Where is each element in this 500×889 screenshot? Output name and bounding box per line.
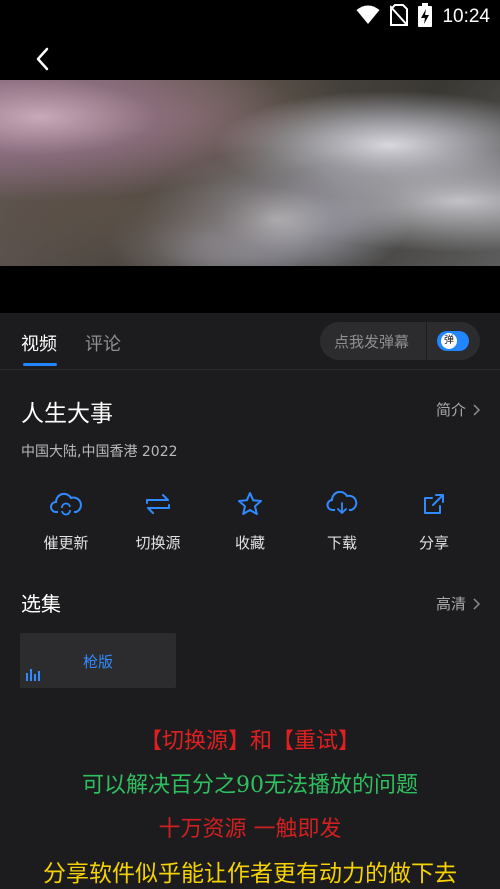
urge-update-label: 催更新 xyxy=(43,534,89,552)
promo-line-3: 十万资源 一触即发 xyxy=(158,817,342,842)
episode-label: 枪版 xyxy=(82,653,113,671)
promo-line-1: 【切换源】和【重试】 xyxy=(139,729,360,754)
tab-indicator xyxy=(23,363,57,366)
no-sim-icon xyxy=(389,4,410,30)
star-icon xyxy=(237,488,263,520)
danmu-bar: 点我发弹幕 弹 xyxy=(320,322,480,360)
cloud-download-icon xyxy=(326,488,358,520)
danmu-toggle[interactable]: 弹 xyxy=(437,331,469,351)
quality-label: 高清 xyxy=(435,595,466,613)
intro-label: 简介 xyxy=(435,401,466,419)
tab-video[interactable]: 视频 xyxy=(21,330,57,356)
playing-indicator-icon xyxy=(26,669,40,681)
video-letterbox xyxy=(0,266,500,313)
wifi-icon xyxy=(356,5,380,29)
status-icons: 10:24 xyxy=(356,3,490,31)
back-button[interactable] xyxy=(28,44,58,74)
status-bar: 10:24 xyxy=(0,0,500,34)
download-button[interactable]: 下载 xyxy=(296,488,388,553)
urge-update-button[interactable]: 催更新 xyxy=(20,488,112,553)
movie-meta: 中国大陆,中国香港 2022 xyxy=(21,444,178,460)
danmu-divider xyxy=(426,322,427,360)
cloud-refresh-icon xyxy=(50,488,82,520)
tab-comments[interactable]: 评论 xyxy=(85,330,121,356)
action-bar: 催更新 切换源 收藏 下载 分享 xyxy=(0,488,500,563)
battery-charging-icon xyxy=(418,3,433,31)
switch-source-button[interactable]: 切换源 xyxy=(112,488,204,553)
chevron-left-icon xyxy=(36,47,49,71)
share-icon xyxy=(422,488,446,520)
content-panel: 视频 评论 点我发弹幕 弹 人生大事 简介 中国大陆,中国香港 2022 催更新… xyxy=(0,313,500,889)
favorite-button[interactable]: 收藏 xyxy=(204,488,296,553)
quality-selector[interactable]: 高清 xyxy=(436,593,480,614)
danmu-toggle-knob: 弹 xyxy=(441,333,457,349)
switch-source-label: 切换源 xyxy=(135,534,181,552)
episode-item[interactable]: 枪版 xyxy=(20,633,176,688)
top-bar xyxy=(0,34,500,80)
chevron-right-icon xyxy=(473,403,480,416)
movie-title: 人生大事 xyxy=(21,401,113,427)
promo-line-2: 可以解决百分之90无法播放的问题 xyxy=(82,773,418,798)
promo-line-4: 分享软件似乎能让作者更有动力的做下去 xyxy=(43,861,457,887)
danmu-input[interactable]: 点我发弹幕 xyxy=(334,331,409,352)
episodes-title: 选集 xyxy=(21,592,61,616)
favorite-label: 收藏 xyxy=(234,534,265,552)
share-label: 分享 xyxy=(418,534,449,552)
chevron-right-icon xyxy=(473,597,480,610)
video-player[interactable] xyxy=(0,80,500,266)
swap-icon xyxy=(143,488,173,520)
tab-bar: 视频 评论 点我发弹幕 弹 xyxy=(0,313,500,370)
status-time: 10:24 xyxy=(442,6,490,27)
download-label: 下载 xyxy=(326,534,357,552)
intro-link[interactable]: 简介 xyxy=(436,399,480,420)
share-button[interactable]: 分享 xyxy=(388,488,480,553)
